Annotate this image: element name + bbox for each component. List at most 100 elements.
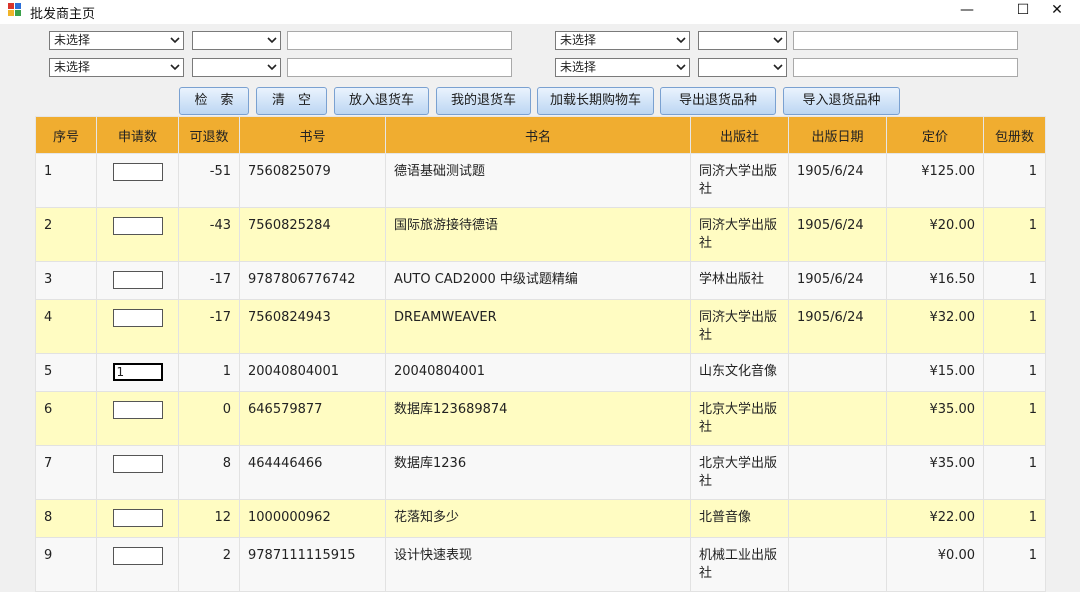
col-header-pub-date[interactable]: 出版日期	[788, 116, 887, 154]
cell-publisher: 北普音像	[690, 499, 789, 538]
apply-qty-input[interactable]: 1	[112, 363, 163, 381]
cell-pack-qty: 1	[983, 537, 1046, 592]
table-row[interactable]: 8 12 1000000962 花落知多少 北普音像 ¥22.00 1	[35, 499, 1046, 538]
col-header-pack-qty[interactable]: 包册数	[983, 116, 1046, 154]
minimize-button[interactable]: —	[944, 0, 990, 22]
filter2-left-field-select[interactable]: 未选择	[49, 58, 184, 77]
chevron-down-icon	[773, 64, 783, 71]
table-row[interactable]: 7 8 464446466 数据库1236 北京大学出版社 ¥35.00 1	[35, 445, 1046, 500]
filter1-right-value-input[interactable]	[793, 31, 1018, 50]
table-row[interactable]: 2 -43 7560825284 国际旅游接待德语 同济大学出版社 1905/6…	[35, 207, 1046, 262]
app-icon	[8, 3, 22, 17]
cell-pub-date	[788, 353, 887, 392]
cell-book-name: 数据库1236	[385, 445, 691, 500]
cell-book-name: 德语基础测试题	[385, 153, 691, 208]
cell-pub-date	[788, 499, 887, 538]
filter1-right-field-select[interactable]: 未选择	[555, 31, 690, 50]
cell-publisher: 同济大学出版社	[690, 299, 789, 354]
filter2-left-field-value: 未选择	[54, 60, 91, 74]
cell-pub-date: 1905/6/24	[788, 153, 887, 208]
filter1-right-op-select[interactable]	[698, 31, 787, 50]
apply-qty-input[interactable]	[112, 509, 163, 527]
cell-returnable: -17	[178, 261, 240, 300]
cell-seq: 4	[35, 299, 97, 354]
filter2-left-value-input[interactable]	[287, 58, 512, 77]
table-row[interactable]: 4 -17 7560824943 DREAMWEAVER 同济大学出版社 190…	[35, 299, 1046, 354]
import-return-items-button[interactable]: 导入退货品种	[783, 87, 900, 115]
cell-price: ¥35.00	[886, 391, 984, 446]
cell-seq: 2	[35, 207, 97, 262]
chevron-down-icon	[170, 37, 180, 44]
my-return-cart-button[interactable]: 我的退货车	[436, 87, 531, 115]
cell-returnable: -43	[178, 207, 240, 262]
col-header-book-name[interactable]: 书名	[385, 116, 691, 154]
filter1-left-op-select[interactable]	[192, 31, 281, 50]
chevron-down-icon	[676, 37, 686, 44]
col-header-apply-qty[interactable]: 申请数	[96, 116, 179, 154]
col-header-isbn[interactable]: 书号	[239, 116, 386, 154]
cell-apply-qty	[96, 391, 179, 446]
cell-price: ¥35.00	[886, 445, 984, 500]
cell-pack-qty: 1	[983, 299, 1046, 354]
cell-book-name: 20040804001	[385, 353, 691, 392]
apply-qty-input[interactable]	[112, 217, 163, 235]
cell-pack-qty: 1	[983, 153, 1046, 208]
cell-apply-qty	[96, 153, 179, 208]
col-header-price[interactable]: 定价	[886, 116, 984, 154]
chevron-down-icon	[676, 64, 686, 71]
apply-qty-input[interactable]	[112, 401, 163, 419]
table-row[interactable]: 6 0 646579877 数据库123689874 北京大学出版社 ¥35.0…	[35, 391, 1046, 446]
col-header-publisher[interactable]: 出版社	[690, 116, 789, 154]
cell-apply-qty	[96, 445, 179, 500]
cell-pub-date	[788, 445, 887, 500]
cell-seq: 9	[35, 537, 97, 592]
apply-qty-input[interactable]	[112, 271, 163, 289]
close-button[interactable]: ✕	[1034, 0, 1080, 22]
cell-pack-qty: 1	[983, 261, 1046, 300]
apply-qty-input[interactable]	[112, 309, 163, 327]
table-row[interactable]: 3 -17 9787806776742 AUTO CAD2000 中级试题精编 …	[35, 261, 1046, 300]
cell-returnable: 0	[178, 391, 240, 446]
apply-qty-input[interactable]	[112, 547, 163, 565]
grid-header-row: 序号 申请数 可退数 书号 书名 出版社 出版日期 定价 包册数	[35, 116, 1046, 154]
cell-apply-qty	[96, 499, 179, 538]
col-header-returnable[interactable]: 可退数	[178, 116, 240, 154]
filter2-right-op-select[interactable]	[698, 58, 787, 77]
cell-price: ¥0.00	[886, 537, 984, 592]
cell-apply-qty	[96, 299, 179, 354]
cell-book-name: 设计快速表现	[385, 537, 691, 592]
table-row[interactable]: 5 1 1 20040804001 20040804001 山东文化音像 ¥15…	[35, 353, 1046, 392]
cell-returnable: -51	[178, 153, 240, 208]
cell-publisher: 同济大学出版社	[690, 153, 789, 208]
add-to-return-cart-button[interactable]: 放入退货车	[334, 87, 429, 115]
table-row[interactable]: 1 -51 7560825079 德语基础测试题 同济大学出版社 1905/6/…	[35, 153, 1046, 208]
cell-apply-qty	[96, 261, 179, 300]
filter1-left-field-select[interactable]: 未选择	[49, 31, 184, 50]
cell-book-name: AUTO CAD2000 中级试题精编	[385, 261, 691, 300]
cell-isbn: 464446466	[239, 445, 386, 500]
load-long-term-cart-button[interactable]: 加载长期购物车	[537, 87, 654, 115]
col-header-seq[interactable]: 序号	[35, 116, 97, 154]
apply-qty-input[interactable]	[112, 163, 163, 181]
apply-qty-input[interactable]	[112, 455, 163, 473]
chevron-down-icon	[267, 64, 277, 71]
cell-isbn: 646579877	[239, 391, 386, 446]
filter1-left-field-value: 未选择	[54, 33, 91, 47]
clear-button[interactable]: 清 空	[256, 87, 327, 115]
chevron-down-icon	[773, 37, 783, 44]
chevron-down-icon	[170, 64, 180, 71]
search-button[interactable]: 检 索	[179, 87, 249, 115]
filter2-right-value-input[interactable]	[793, 58, 1018, 77]
cell-publisher: 同济大学出版社	[690, 207, 789, 262]
cell-publisher: 山东文化音像	[690, 353, 789, 392]
export-return-items-button[interactable]: 导出退货品种	[660, 87, 776, 115]
cell-price: ¥32.00	[886, 299, 984, 354]
filter1-left-value-input[interactable]	[287, 31, 512, 50]
table-row[interactable]: 9 2 9787111115915 设计快速表现 机械工业出版社 ¥0.00 1	[35, 537, 1046, 592]
cell-seq: 3	[35, 261, 97, 300]
cell-returnable: 2	[178, 537, 240, 592]
filter2-right-field-select[interactable]: 未选择	[555, 58, 690, 77]
cell-isbn: 7560824943	[239, 299, 386, 354]
cell-pack-qty: 1	[983, 391, 1046, 446]
filter2-left-op-select[interactable]	[192, 58, 281, 77]
